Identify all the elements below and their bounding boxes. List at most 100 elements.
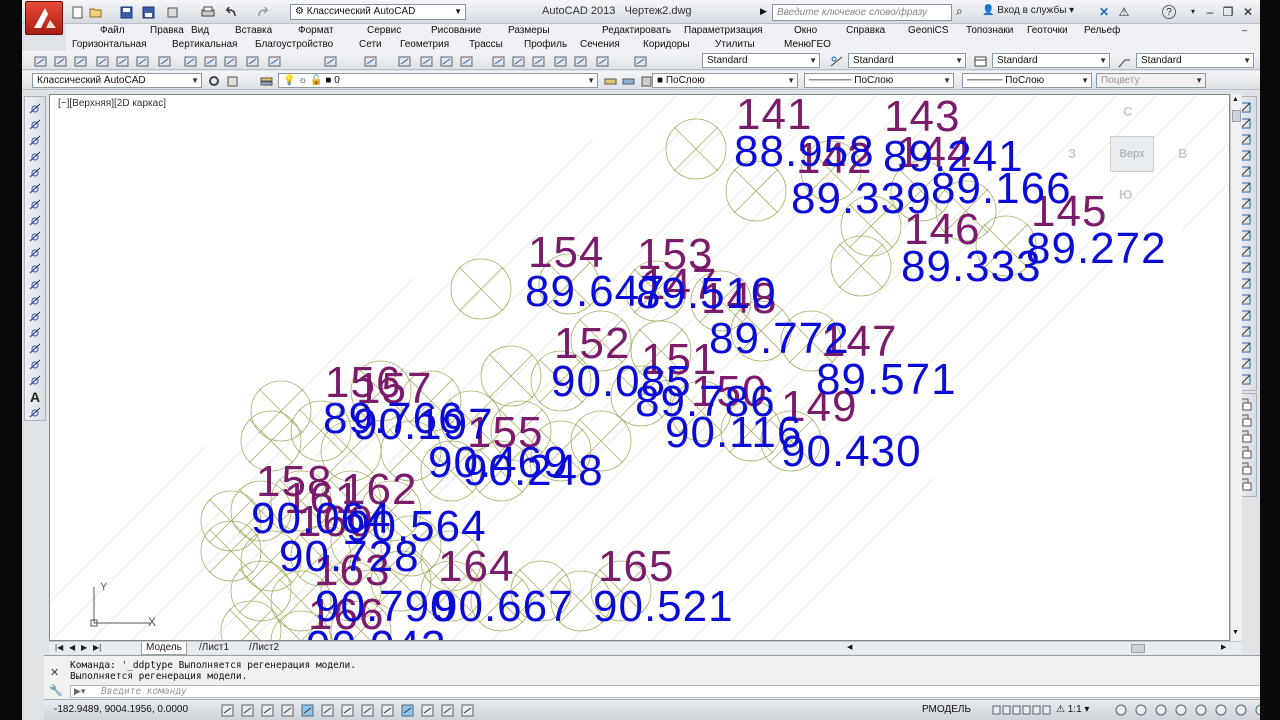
match-properties-icon[interactable] <box>244 53 259 68</box>
copy-icon[interactable] <box>202 53 217 68</box>
geonics-menu-item[interactable]: Утилиты <box>715 38 755 51</box>
close-icon[interactable]: ✕ <box>50 666 59 679</box>
survey-point-marker[interactable] <box>665 118 727 180</box>
new-file-icon[interactable] <box>70 5 86 19</box>
hardware-acceleration-icon[interactable] <box>1234 703 1249 718</box>
menu-item[interactable]: GeoniCS <box>908 24 949 37</box>
workspace-select[interactable]: ⚙ Классический AutoCAD ▼ <box>290 4 466 20</box>
point-icon[interactable] <box>28 309 43 324</box>
isolate-objects-icon[interactable] <box>1214 703 1229 718</box>
multileader-style-icon[interactable] <box>1116 53 1131 68</box>
menu-item[interactable]: Редактировать <box>602 24 671 37</box>
tab-layout1[interactable]: /Лист1 <box>195 642 233 655</box>
stay-connected-icon[interactable]: ⚠ <box>1116 4 1132 20</box>
scroll-down-icon[interactable]: ▼ <box>1232 629 1239 636</box>
clean-screen-icon[interactable] <box>1254 703 1260 718</box>
zoom-realtime-icon[interactable] <box>418 53 433 68</box>
tab-layout2[interactable]: /Лист2 <box>245 642 283 655</box>
snap-mode-icon[interactable] <box>220 703 235 718</box>
tab-model[interactable]: Модель <box>141 642 187 655</box>
geonics-menu-item[interactable]: Горизонтальная <box>72 38 147 51</box>
customize-icon[interactable] <box>224 73 239 88</box>
dynamic-input-icon[interactable] <box>380 703 395 718</box>
block-editor-icon[interactable] <box>266 53 281 68</box>
lineweight-icon[interactable] <box>400 703 415 718</box>
sheet-set-icon[interactable] <box>552 53 567 68</box>
zoom-previous-icon[interactable] <box>458 53 473 68</box>
tab-last-icon[interactable]: ▶| <box>89 642 105 655</box>
insert-block-icon[interactable] <box>28 277 43 292</box>
geonics-menu-item[interactable]: Геометрия <box>400 38 449 51</box>
viewcube-east[interactable]: В <box>1178 146 1187 161</box>
make-layer-current-icon[interactable] <box>602 73 617 88</box>
grid-display-icon[interactable] <box>240 703 255 718</box>
publish-icon[interactable] <box>134 53 149 68</box>
menu-item[interactable]: Рельеф <box>1084 24 1120 37</box>
text-icon[interactable]: A <box>28 389 43 405</box>
properties-icon[interactable] <box>490 53 505 68</box>
cut-icon[interactable] <box>182 53 197 68</box>
menu-item[interactable]: Формат <box>298 24 334 37</box>
new-icon[interactable] <box>32 53 47 68</box>
menu-item[interactable]: Рисование <box>431 24 481 37</box>
scroll-right-icon[interactable]: ▶ <box>1221 643 1226 651</box>
dynamic-ucs-icon[interactable] <box>360 703 375 718</box>
menu-item[interactable]: Топознаки <box>966 24 1013 37</box>
workspace-settings-icon[interactable] <box>206 73 221 88</box>
open-icon[interactable] <box>52 53 67 68</box>
command-prompt-icon[interactable]: ▶▾ <box>74 686 85 697</box>
plot-icon[interactable] <box>200 5 216 19</box>
help-icon[interactable] <box>632 53 647 68</box>
region-icon[interactable] <box>28 357 43 372</box>
wrench-icon[interactable]: 🔧 <box>49 684 63 697</box>
redo-icon[interactable] <box>256 5 272 19</box>
search-expand-icon[interactable]: ▶ <box>760 6 767 17</box>
lock-ui-icon[interactable] <box>1194 703 1209 718</box>
elevation-label[interactable]: 89.510 <box>636 269 777 318</box>
restore-icon[interactable]: ❐ <box>1220 4 1236 20</box>
table-icon[interactable] <box>28 373 43 388</box>
add-selected-icon[interactable] <box>28 405 43 420</box>
workspace-switching-icon[interactable] <box>1154 703 1169 718</box>
dim-style-icon[interactable] <box>828 53 843 68</box>
tool-palettes-icon[interactable] <box>530 53 545 68</box>
line-icon[interactable] <box>28 101 43 116</box>
auto-scale-icon[interactable] <box>1134 703 1149 718</box>
viewcube-top-face[interactable]: Верх <box>1110 136 1154 172</box>
mdi-minimize-icon[interactable]: – <box>1242 25 1247 35</box>
elevation-label[interactable]: 90.728 <box>279 532 420 581</box>
transparency-icon[interactable] <box>420 703 435 718</box>
geonics-menu-item[interactable]: Трассы <box>469 38 503 51</box>
layer-select[interactable]: 💡 ☼ 🔓 ■ 0 ▼ <box>278 73 598 88</box>
polygon-icon[interactable] <box>28 149 43 164</box>
markup-icon[interactable] <box>572 53 587 68</box>
object-snap-tracking-icon[interactable] <box>340 703 355 718</box>
layer-previous-icon[interactable] <box>620 73 635 88</box>
viewcube-west[interactable]: З <box>1068 146 1076 161</box>
selection-cycling-icon[interactable] <box>460 703 475 718</box>
elevation-label[interactable]: 89.339 <box>791 174 932 223</box>
elevation-label[interactable]: 90.430 <box>781 427 922 476</box>
vertical-scroll-thumb[interactable] <box>1232 110 1241 122</box>
menu-item[interactable]: Размеры <box>508 24 550 37</box>
elevation-label[interactable]: 90.248 <box>463 446 604 495</box>
elevation-label[interactable]: 89.571 <box>816 355 957 404</box>
polyline-icon[interactable] <box>28 133 43 148</box>
help-search-input[interactable]: Введите ключевое слово/фразу <box>772 4 952 21</box>
exchange-icon[interactable]: ✕ <box>1096 4 1112 20</box>
multileader-style-select[interactable]: Standard ▼ <box>1136 53 1254 68</box>
viewcube-north[interactable]: С <box>1123 104 1132 119</box>
revision-cloud-icon[interactable] <box>28 213 43 228</box>
command-input[interactable]: Введите команду <box>70 685 1260 698</box>
viewport-controls-label[interactable]: [−][Верхняя][2D каркас] <box>58 98 166 109</box>
geonics-menu-item[interactable]: Сети <box>359 38 382 51</box>
menu-item[interactable]: Параметризация <box>684 24 763 37</box>
table-style-select[interactable]: Standard ▼ <box>992 53 1110 68</box>
undo-icon[interactable] <box>222 5 238 19</box>
menu-item[interactable]: Вид <box>191 24 209 37</box>
rectangle-icon[interactable] <box>28 165 43 180</box>
survey-point-marker[interactable] <box>480 345 542 407</box>
elevation-label[interactable]: 89.333 <box>901 242 1042 291</box>
layer-state-icon[interactable] <box>638 73 653 88</box>
text-style-select[interactable]: Standard ▼ <box>702 53 820 68</box>
